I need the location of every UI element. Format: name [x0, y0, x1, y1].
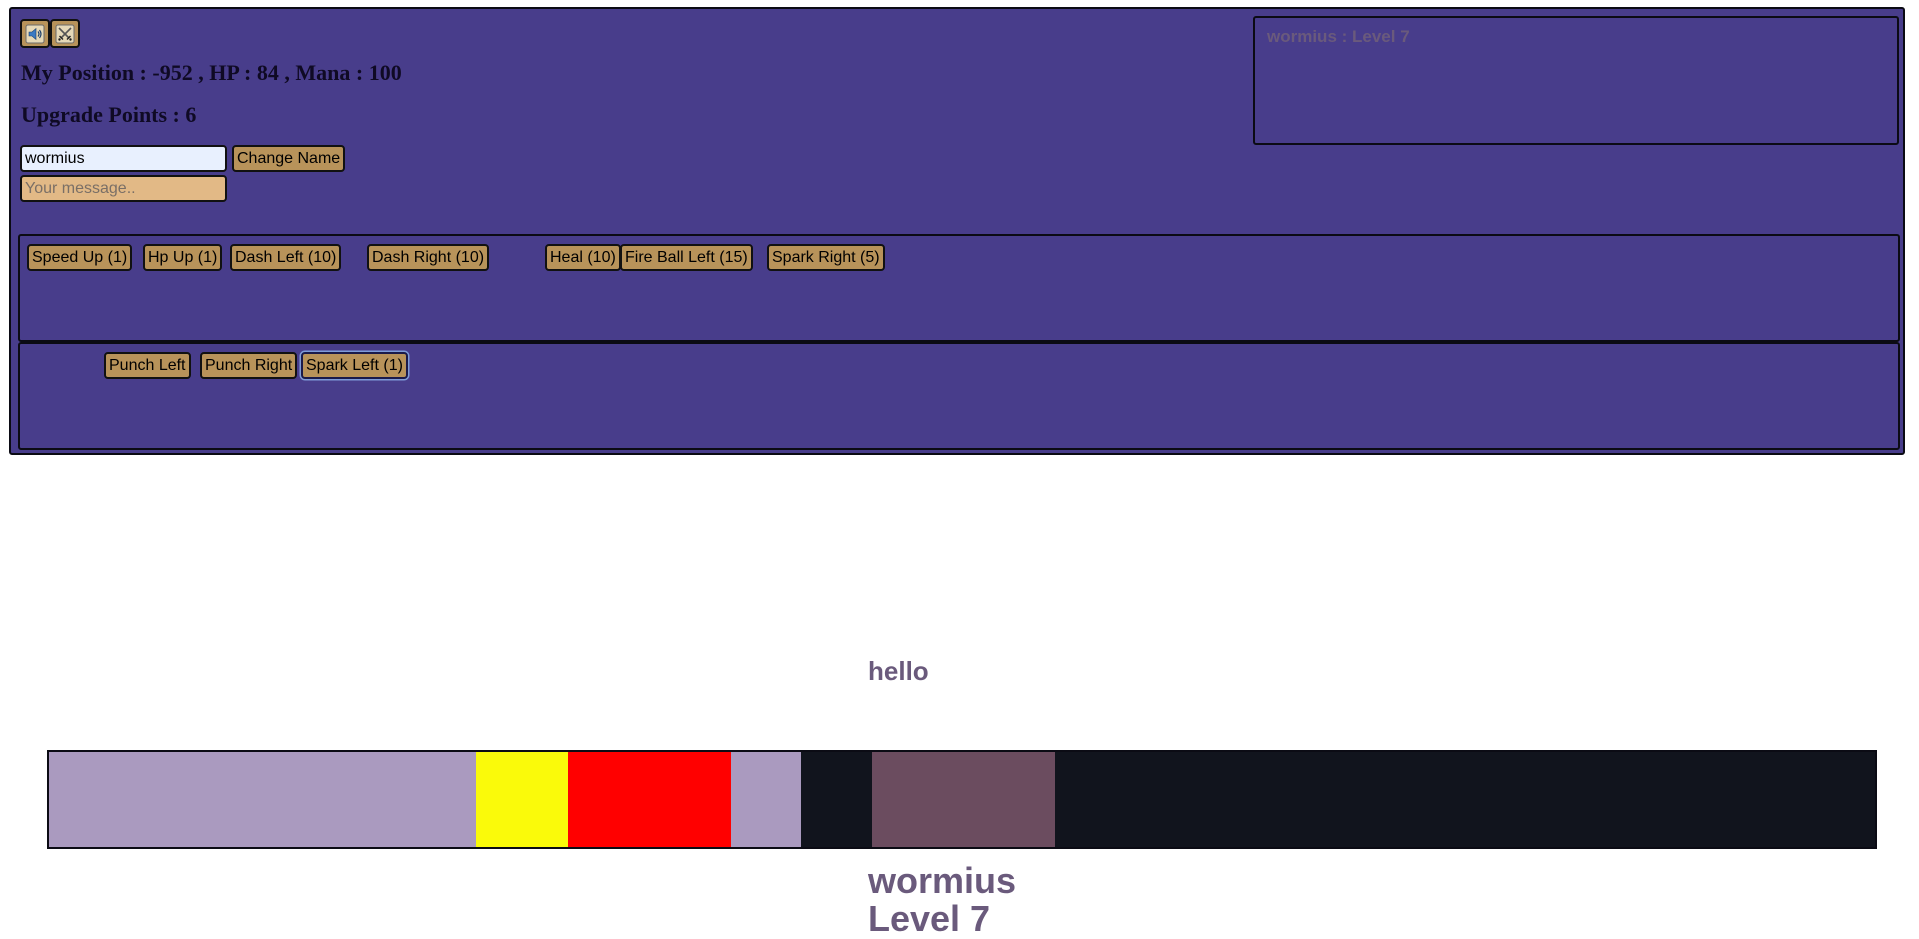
chat-log: wormius : Level 7 — [1253, 16, 1899, 145]
zone-segment-right — [731, 752, 801, 847]
spark-left-button[interactable]: Spark Left (1) — [301, 352, 408, 379]
crossed-swords-icon — [55, 24, 75, 43]
upgrade-points-readout: Upgrade Points : 6 — [21, 102, 197, 127]
position-hp-mana-readout: My Position : -952 , HP : 84 , Mana : 10… — [21, 60, 402, 85]
zone-segment — [49, 752, 476, 847]
dash-left-button[interactable]: Dash Left (10) — [230, 244, 342, 271]
sound-toggle-button[interactable] — [20, 19, 50, 48]
hp-up-button[interactable]: Hp Up (1) — [143, 244, 223, 271]
player-avatar — [872, 752, 1055, 847]
combat-toggle-button[interactable] — [50, 19, 80, 48]
yellow-segment — [476, 752, 568, 847]
heal-button[interactable]: Heal (10) — [545, 244, 621, 271]
player-level-label: Level 7 — [868, 898, 991, 939]
player-name-input[interactable] — [20, 145, 227, 172]
control-panel: My Position : -952 , HP : 84 , Mana : 10… — [9, 7, 1905, 455]
upgrade-skills-row: Speed Up (1) Hp Up (1) Dash Left (10) Da… — [18, 234, 1900, 342]
fire-ball-left-button[interactable]: Fire Ball Left (15) — [620, 244, 753, 271]
player-speech-bubble: hello — [868, 656, 929, 686]
world-track — [47, 750, 1877, 849]
spark-right-button[interactable]: Spark Right (5) — [767, 244, 885, 271]
fire-segment — [568, 752, 731, 847]
punch-left-button[interactable]: Punch Left — [104, 352, 191, 379]
action-skills-row: Punch Left Punch Right Spark Left (1) — [18, 342, 1900, 450]
chat-message-input[interactable] — [20, 175, 227, 202]
speaker-icon — [25, 24, 45, 43]
change-name-button[interactable]: Change Name — [232, 145, 346, 172]
speed-up-button[interactable]: Speed Up (1) — [27, 244, 133, 271]
game-world: hello wormius Level 7 — [0, 460, 1919, 939]
chat-line: wormius : Level 7 — [1267, 27, 1410, 46]
dash-right-button[interactable]: Dash Right (10) — [367, 244, 490, 271]
player-name-label: wormius — [868, 860, 1017, 901]
punch-right-button[interactable]: Punch Right — [200, 352, 298, 379]
